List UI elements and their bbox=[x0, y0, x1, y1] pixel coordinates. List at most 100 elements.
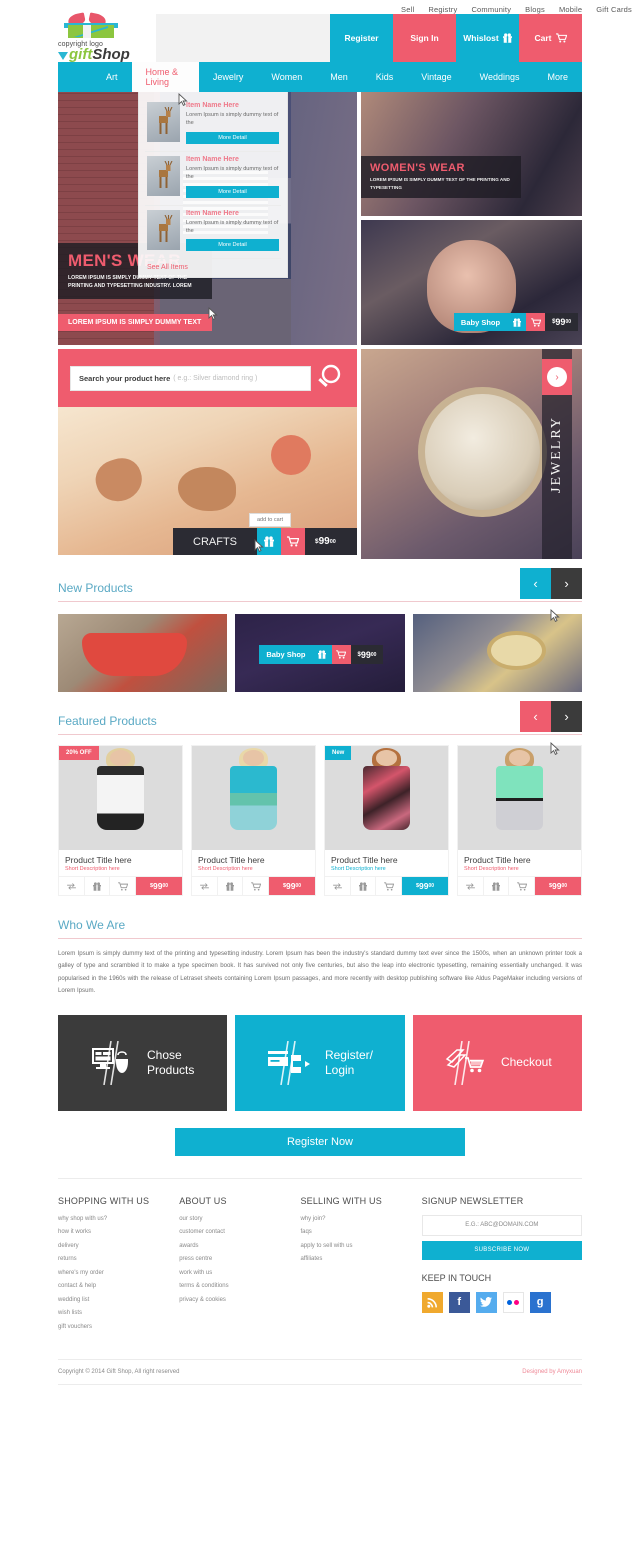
gift-icon-button[interactable] bbox=[312, 645, 332, 664]
product-price[interactable]: $ 99 00 bbox=[535, 877, 582, 895]
compare-button[interactable] bbox=[192, 877, 218, 895]
new-product-card[interactable] bbox=[58, 614, 228, 692]
nav-item-men[interactable]: Men bbox=[316, 62, 362, 92]
product-price[interactable]: $ 99 00 bbox=[269, 877, 316, 895]
footer-link[interactable]: wedding list bbox=[58, 1297, 179, 1303]
baby-shop-label[interactable]: Baby Shop bbox=[259, 645, 313, 664]
product-card[interactable]: New Product Title here Short Description… bbox=[324, 745, 449, 896]
featured-products-next-button[interactable]: › bbox=[551, 701, 582, 732]
nav-item-jewelry[interactable]: Jewelry bbox=[199, 62, 258, 92]
nav-item-more[interactable]: More bbox=[533, 62, 582, 92]
gift-button[interactable] bbox=[484, 877, 510, 895]
gift-button[interactable] bbox=[85, 877, 111, 895]
register-now-button[interactable]: Register Now bbox=[175, 1127, 465, 1156]
nav-item-women[interactable]: Women bbox=[257, 62, 316, 92]
womens-wear-banner[interactable]: WOMEN'S WEAR LOREM IPSUM IS SIMPLY DUMMY… bbox=[361, 92, 582, 216]
cart-icon-button[interactable] bbox=[331, 645, 351, 664]
dropdown-item[interactable]: Item Name Here Lorem Ipsum is simply dum… bbox=[145, 152, 281, 206]
cart-icon-button[interactable] bbox=[526, 313, 546, 331]
product-price[interactable]: $ 99 00 bbox=[402, 877, 449, 895]
site-logo[interactable]: copyright logo gift Shop bbox=[58, 12, 148, 62]
jewelry-banner[interactable]: JEWELRY › bbox=[361, 349, 582, 559]
add-to-cart-button[interactable] bbox=[376, 877, 403, 895]
gift-button[interactable] bbox=[218, 877, 244, 895]
footer-link[interactable]: faqs bbox=[300, 1229, 421, 1235]
dropdown-more-detail-button[interactable]: More Detail bbox=[186, 131, 279, 144]
add-to-cart-button[interactable] bbox=[110, 877, 137, 895]
footer-link[interactable]: our story bbox=[179, 1216, 300, 1222]
nav-item-vintage[interactable]: Vintage bbox=[407, 62, 465, 92]
add-to-cart-button[interactable] bbox=[509, 877, 536, 895]
jewelry-next-arrow-button[interactable]: › bbox=[542, 359, 572, 395]
step-register-login[interactable]: Register/ Login bbox=[235, 1014, 405, 1111]
baby-shop-banner[interactable]: Baby Shop $ 99 00 bbox=[361, 220, 582, 345]
flickr-icon[interactable] bbox=[502, 1291, 524, 1313]
cart-icon-button[interactable] bbox=[281, 528, 305, 555]
footer-link[interactable]: customer contact bbox=[179, 1229, 300, 1235]
footer-link[interactable]: returns bbox=[58, 1256, 179, 1262]
google-plus-icon[interactable]: g bbox=[529, 1291, 551, 1313]
compare-button[interactable] bbox=[325, 877, 351, 895]
footer-link[interactable]: affiliates bbox=[300, 1256, 421, 1262]
topbar-link-blogs[interactable]: Blogs bbox=[525, 5, 545, 14]
designer-name[interactable]: Amyxuan bbox=[557, 1369, 582, 1375]
product-price[interactable]: $ 99 00 bbox=[136, 877, 183, 895]
footer-link[interactable]: press centre bbox=[179, 1256, 300, 1262]
topbar-link-sell[interactable]: Sell bbox=[401, 5, 414, 14]
product-card[interactable]: Product Title here Short Description her… bbox=[191, 745, 316, 896]
gift-button[interactable] bbox=[351, 877, 377, 895]
footer-link[interactable]: apply to sell with us bbox=[300, 1243, 421, 1249]
featured-products-prev-button[interactable]: ‹ bbox=[520, 701, 551, 732]
nav-item-kids[interactable]: Kids bbox=[362, 62, 408, 92]
crafts-banner[interactable]: add to cart CRAFTS $ 99 00 bbox=[58, 407, 357, 555]
nav-item-art[interactable]: Art bbox=[58, 62, 132, 92]
new-products-prev-button[interactable]: ‹ bbox=[520, 568, 551, 599]
footer-link[interactable]: gift vouchers bbox=[58, 1324, 179, 1330]
footer-link[interactable]: terms & conditions bbox=[179, 1283, 300, 1289]
footer-link[interactable]: why shop with us? bbox=[58, 1216, 179, 1222]
new-products-next-button[interactable]: › bbox=[551, 568, 582, 599]
see-all-items-link[interactable]: See All Items bbox=[145, 259, 281, 273]
search-button[interactable] bbox=[311, 363, 345, 393]
footer-link[interactable]: where's my order bbox=[58, 1270, 179, 1276]
gift-icon-button[interactable] bbox=[257, 528, 281, 555]
baby-shop-label[interactable]: Baby Shop bbox=[453, 313, 508, 331]
rss-icon[interactable] bbox=[421, 1291, 443, 1313]
footer-link[interactable]: privacy & cookies bbox=[179, 1297, 300, 1303]
wishlist-button[interactable]: Whislost bbox=[456, 14, 519, 62]
newsletter-email-input[interactable]: E.G.: ABC@DOMAIN.COM bbox=[421, 1214, 582, 1236]
footer-link[interactable]: work with us bbox=[179, 1270, 300, 1276]
dropdown-item[interactable]: Item Name Here Lorem Ipsum is simply dum… bbox=[145, 206, 281, 260]
footer-link[interactable]: delivery bbox=[58, 1243, 179, 1249]
footer-link[interactable]: contact & help bbox=[58, 1283, 179, 1289]
topbar-link-community[interactable]: Community bbox=[471, 5, 511, 14]
dropdown-more-detail-button[interactable]: More Detail bbox=[186, 239, 279, 252]
topbar-link-mobile[interactable]: Mobile bbox=[559, 5, 582, 14]
step-chose-products[interactable]: Chose Products bbox=[58, 1014, 228, 1111]
new-product-card[interactable]: Baby Shop $ 99 00 bbox=[235, 614, 405, 692]
topbar-link-registry[interactable]: Registry bbox=[428, 5, 457, 14]
register-button[interactable]: Register bbox=[330, 14, 393, 62]
footer-link[interactable]: wish lists bbox=[58, 1310, 179, 1316]
product-card[interactable]: Product Title here Short Description her… bbox=[457, 745, 582, 896]
footer-link[interactable]: awards bbox=[179, 1243, 300, 1249]
facebook-icon[interactable]: f bbox=[448, 1291, 470, 1313]
new-product-card[interactable] bbox=[412, 614, 582, 692]
add-to-cart-button[interactable] bbox=[243, 877, 270, 895]
signin-button[interactable]: Sign In bbox=[393, 14, 456, 62]
footer-link[interactable]: how it works bbox=[58, 1229, 179, 1235]
product-card[interactable]: 20% OFF Product Title here Short Descrip… bbox=[58, 745, 183, 896]
subscribe-now-button[interactable]: SUBSCRIBE NOW bbox=[421, 1240, 582, 1260]
footer-link[interactable]: why join? bbox=[300, 1216, 421, 1222]
dropdown-item[interactable]: Item Name Here Lorem Ipsum is simply dum… bbox=[145, 98, 281, 152]
step-checkout[interactable]: Checkout bbox=[412, 1014, 582, 1111]
twitter-icon[interactable] bbox=[475, 1291, 497, 1313]
cart-button[interactable]: Cart bbox=[519, 14, 582, 62]
nav-item-home-living[interactable]: Home & Living bbox=[131, 62, 199, 92]
nav-item-weddings[interactable]: Weddings bbox=[466, 62, 534, 92]
gift-icon-button[interactable] bbox=[507, 313, 527, 331]
compare-button[interactable] bbox=[59, 877, 85, 895]
dropdown-more-detail-button[interactable]: More Detail bbox=[186, 185, 279, 198]
search-input[interactable]: Search your product here ( e.g.: Silver … bbox=[70, 365, 311, 391]
compare-button[interactable] bbox=[458, 877, 484, 895]
